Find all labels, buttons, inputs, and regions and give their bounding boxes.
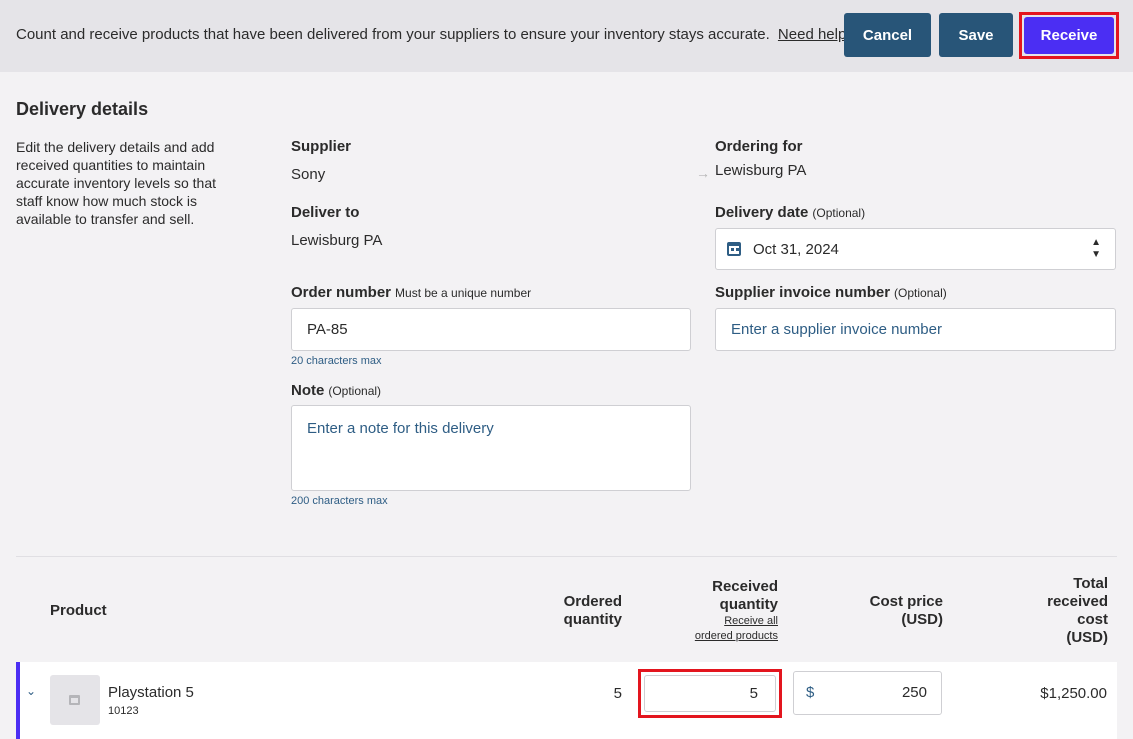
supplier-invoice-hint: (Optional) — [894, 286, 947, 300]
product-image — [50, 675, 100, 725]
supplier-invoice-placeholder: Enter a supplier invoice number — [731, 321, 942, 338]
arrow-right-icon: → — [696, 165, 710, 181]
column-header-received-quantity: Received quantity Receive all ordered pr… — [660, 578, 778, 644]
product-sku: 10123 — [108, 705, 139, 717]
note-label-text: Note — [291, 382, 325, 399]
order-number-hint: Must be a unique number — [395, 286, 532, 300]
note-helper: 200 characters max — [291, 495, 388, 507]
cost-header-line2: (USD) — [901, 611, 943, 628]
order-number-value: PA-85 — [307, 321, 348, 338]
cancel-button[interactable]: Cancel — [844, 13, 931, 57]
currency-symbol: $ — [806, 684, 815, 701]
intro-text-container: Count and receive products that have bee… — [16, 26, 855, 43]
received-quantity-input[interactable] — [644, 675, 776, 712]
product-placeholder-icon — [69, 695, 80, 705]
note-hint: (Optional) — [328, 384, 382, 398]
delivery-date-label: Delivery date (Optional) — [715, 204, 865, 221]
ordering-for-value: Lewisburg PA — [715, 162, 807, 179]
receive-all-line1: Receive all — [724, 615, 778, 627]
section-divider — [16, 556, 1117, 557]
delivery-date-label-text: Delivery date — [715, 204, 809, 221]
supplier-label: Supplier — [291, 138, 352, 155]
cost-price-input[interactable]: $ 250 — [793, 671, 942, 715]
ordering-for-label: Ordering for — [715, 138, 803, 155]
receive-all-line2: ordered products — [694, 630, 778, 642]
cost-price-value: 250 — [901, 684, 927, 701]
note-label: Note (Optional) — [291, 382, 381, 399]
delivery-date-value: Oct 31, 2024 — [753, 240, 839, 258]
column-header-product: Product — [50, 602, 107, 619]
delivery-date-input[interactable]: Oct 31, 2024 ▲ ▼ — [715, 228, 1116, 270]
receive-all-link[interactable]: Receive all ordered products — [660, 614, 778, 644]
section-description: Edit the delivery details and add receiv… — [16, 139, 216, 227]
received-quantity-highlight — [638, 669, 782, 718]
deliver-to-label: Deliver to — [291, 204, 360, 221]
intro-text: Count and receive products that have bee… — [16, 26, 770, 43]
calendar-icon — [727, 242, 741, 256]
order-number-label-text: Order number — [291, 284, 392, 301]
total-received-cost: $1,250.00 — [1040, 685, 1107, 702]
chevron-down-icon[interactable]: ⌄ — [26, 684, 36, 698]
stepper-icon[interactable]: ▲ ▼ — [1091, 237, 1101, 261]
receive-button[interactable]: Receive — [1024, 17, 1114, 54]
total-header-line1: Total — [1073, 575, 1108, 592]
total-header-line2: received — [1047, 593, 1108, 610]
ordered-quantity: 5 — [613, 685, 622, 702]
supplier-invoice-input[interactable]: Enter a supplier invoice number — [715, 308, 1116, 351]
save-button[interactable]: Save — [939, 13, 1013, 57]
received-header-line1: Received — [712, 578, 778, 595]
received-header-line2: quantity — [719, 596, 778, 613]
receive-button-highlight: Receive — [1019, 12, 1119, 59]
order-number-helper: 20 characters max — [291, 355, 382, 367]
ordered-header-line1: Ordered — [563, 593, 622, 610]
cost-header-line1: Cost price — [869, 593, 943, 610]
order-number-input[interactable]: PA-85 — [291, 308, 691, 351]
column-header-ordered-quantity: Ordered quantity — [540, 593, 622, 629]
order-number-label: Order number Must be a unique number — [291, 284, 531, 301]
product-name: Playstation 5 — [108, 684, 194, 701]
column-header-total-cost: Total received cost (USD) — [1010, 575, 1108, 647]
delivery-date-hint: (Optional) — [812, 206, 866, 220]
total-header-line4: (USD) — [1066, 629, 1108, 646]
total-header-line3: cost — [1077, 611, 1108, 628]
deliver-to-value: Lewisburg PA — [291, 232, 383, 249]
supplier-invoice-label-text: Supplier invoice number — [715, 284, 891, 301]
section-title: Delivery details — [16, 99, 149, 119]
column-header-cost-price: Cost price (USD) — [840, 593, 943, 629]
supplier-value: Sony — [291, 166, 326, 183]
ordered-header-line2: quantity — [563, 611, 622, 628]
note-placeholder: Enter a note for this delivery — [307, 420, 494, 437]
supplier-invoice-label: Supplier invoice number (Optional) — [715, 284, 947, 301]
note-textarea[interactable]: Enter a note for this delivery — [291, 405, 691, 491]
